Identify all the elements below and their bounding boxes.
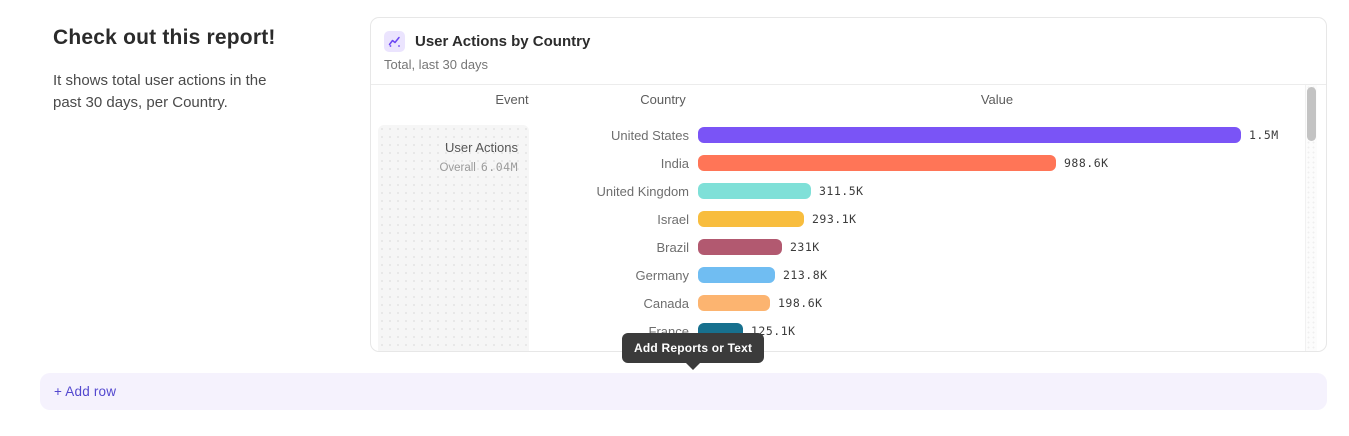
- country-label: United States: [371, 128, 689, 143]
- country-bar[interactable]: [698, 155, 1056, 171]
- chart-row: France125.1K: [371, 317, 1301, 345]
- bar-chart-rows: United States 1.5M India 988.6K United Kingd…: [371, 121, 1301, 345]
- country-bar[interactable]: [698, 211, 804, 227]
- country-bar[interactable]: [698, 295, 770, 311]
- country-label: Israel: [371, 212, 689, 227]
- bar-value-label: 293.1K: [812, 212, 857, 226]
- chart-row: United States 1.5M: [371, 121, 1301, 149]
- bar-value-label: 1.5M: [1249, 128, 1279, 142]
- chart-row: United Kingdom 311.5K: [371, 177, 1301, 205]
- bar-value-label: 213.8K: [783, 268, 828, 282]
- column-header-event: Event: [495, 92, 528, 107]
- text-tile[interactable]: Check out this report! It shows total us…: [53, 26, 323, 114]
- text-tile-body: It shows total user actions in the past …: [53, 70, 293, 114]
- chart-row: Canada 198.6K: [371, 289, 1301, 317]
- country-label: India: [371, 156, 689, 171]
- country-label: Canada: [371, 296, 689, 311]
- column-header-value: Value: [981, 92, 1013, 107]
- report-card[interactable]: User Actions by Country Total, last 30 d…: [370, 17, 1327, 352]
- report-chart-area: Event Country Value User Actions Overall…: [371, 85, 1326, 351]
- country-label: Germany: [371, 268, 689, 283]
- chart-row: Germany 213.8K: [371, 261, 1301, 289]
- chart-row: India 988.6K: [371, 149, 1301, 177]
- add-reports-tooltip: Add Reports or Text: [622, 333, 764, 363]
- country-bar[interactable]: [698, 239, 782, 255]
- add-row-label: + Add row: [54, 384, 116, 399]
- scrollbar-thumb[interactable]: [1307, 87, 1316, 141]
- report-card-header: User Actions by Country Total, last 30 d…: [371, 18, 1326, 85]
- country-bar[interactable]: [698, 183, 811, 199]
- report-subtitle: Total, last 30 days: [384, 57, 1312, 72]
- bar-value-label: 231K: [790, 240, 820, 254]
- tooltip-label: Add Reports or Text: [634, 341, 752, 355]
- report-title: User Actions by Country: [415, 33, 590, 50]
- insights-chart-icon: [384, 31, 405, 52]
- column-header-country: Country: [640, 92, 686, 107]
- country-bar[interactable]: [698, 267, 775, 283]
- scrollbar-track[interactable]: [1305, 85, 1317, 351]
- country-label: Brazil: [371, 240, 689, 255]
- bar-value-label: 311.5K: [819, 184, 864, 198]
- country-label: United Kingdom: [371, 184, 689, 199]
- bar-value-label: 198.6K: [778, 296, 823, 310]
- chart-row: Israel 293.1K: [371, 205, 1301, 233]
- add-row-button[interactable]: + Add row: [40, 373, 1327, 410]
- bar-value-label: 988.6K: [1064, 156, 1109, 170]
- country-bar[interactable]: [698, 127, 1241, 143]
- chart-row: Brazil 231K: [371, 233, 1301, 261]
- text-tile-heading: Check out this report!: [53, 26, 323, 50]
